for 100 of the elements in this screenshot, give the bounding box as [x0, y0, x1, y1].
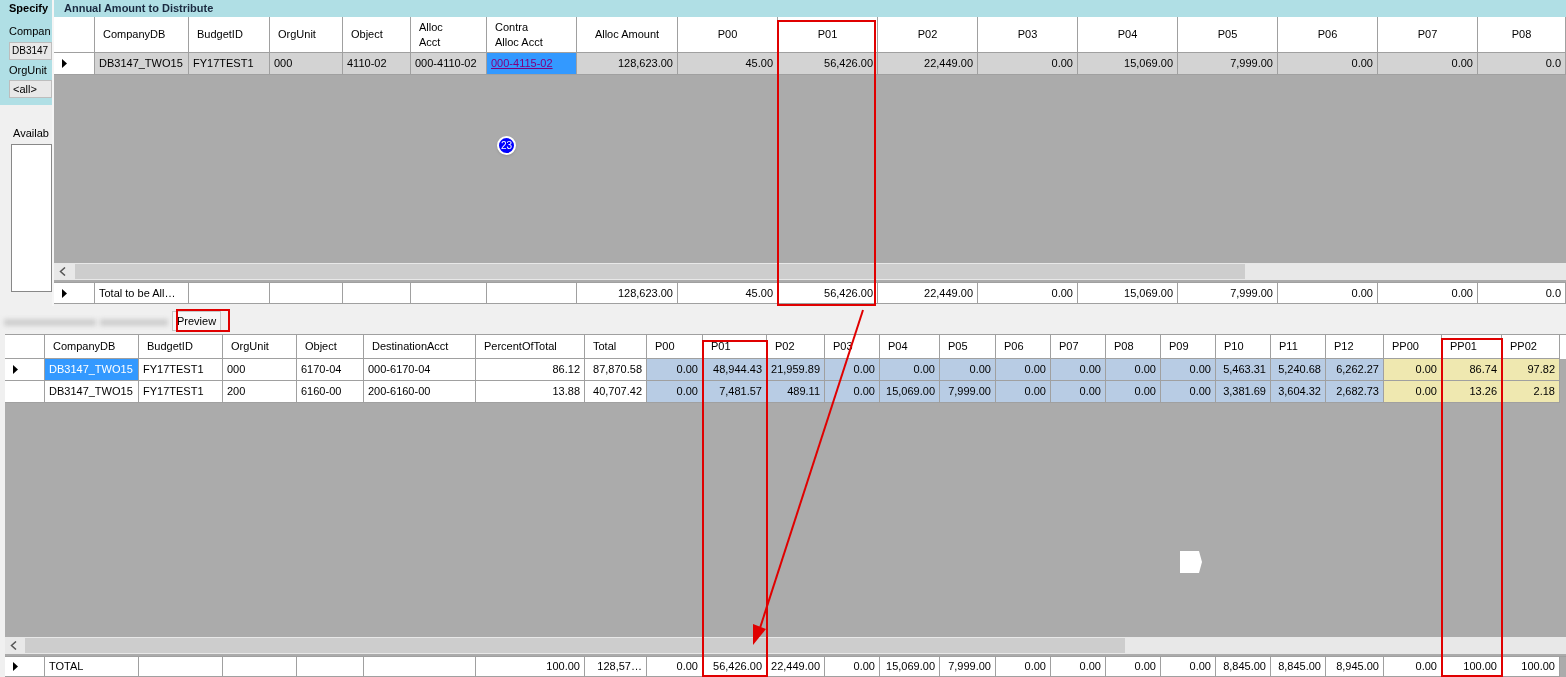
table-cell: 86.12: [476, 359, 585, 381]
table-cell: 0.00: [978, 283, 1078, 304]
table-cell: 128,57…: [585, 657, 647, 677]
table-cell: 6170-04: [297, 359, 364, 381]
row-header[interactable]: [54, 53, 95, 75]
table-cell: TOTAL: [45, 657, 139, 677]
table-cell: 0.00: [1106, 381, 1161, 403]
row-pointer-icon: [62, 59, 67, 68]
table-cell: 4110-02: [343, 53, 411, 75]
table-cell: 0.00: [996, 381, 1051, 403]
row-header[interactable]: [5, 359, 45, 381]
table-cell: 21,959.89: [767, 359, 825, 381]
table-cell: 128,623.00: [577, 283, 678, 304]
table-cell: 000: [223, 359, 297, 381]
table-cell: 0.0: [1478, 53, 1566, 75]
table-cell: 15,069.00: [880, 381, 940, 403]
table-cell: 8,945.00: [1326, 657, 1384, 677]
scroll-left-icon[interactable]: [59, 267, 66, 276]
table-cell: 0.00: [978, 53, 1078, 75]
highlight-frame: [176, 309, 230, 332]
scrollbar-thumb[interactable]: [75, 264, 1245, 279]
table-cell: 56,426.00: [778, 283, 878, 304]
table-cell: 0.00: [1378, 283, 1478, 304]
blob-icon: [1180, 551, 1202, 573]
table-cell: 45.00: [678, 283, 778, 304]
table-cell: 6160-00: [297, 381, 364, 403]
table-cell: 0.00: [1051, 657, 1106, 677]
table-cell: 7,999.00: [1178, 283, 1278, 304]
table-cell: 0.00: [1161, 657, 1216, 677]
table-cell: 5,240.68: [1271, 359, 1326, 381]
table-cell: 0.00: [1161, 381, 1216, 403]
table-cell: 5,463.31: [1216, 359, 1271, 381]
table-cell: 48,944.43: [703, 359, 767, 381]
table-cell: 13.26: [1442, 381, 1502, 403]
orgunit-field[interactable]: <all>: [9, 80, 52, 98]
table-cell: 100.00: [1502, 657, 1560, 677]
table-cell: 0.00: [1378, 53, 1478, 75]
table-cell: Total to be All…: [95, 283, 189, 304]
row-header[interactable]: [54, 283, 95, 304]
table-cell: 22,449.00: [878, 53, 978, 75]
table-cell: 40,707.42: [585, 381, 647, 403]
table-cell: 0.00: [825, 359, 880, 381]
table-cell: 22,449.00: [878, 283, 978, 304]
table-cell: 86.74: [1442, 359, 1502, 381]
table-cell: 97.82: [1502, 359, 1560, 381]
panel-title: Specify: [9, 1, 49, 17]
table-cell: 7,481.57: [703, 381, 767, 403]
table-cell: 22,449.00: [767, 657, 825, 677]
tab[interactable]: Preview: [172, 311, 222, 331]
table-cell: 0.00: [1051, 381, 1106, 403]
table-cell: 000: [270, 53, 343, 75]
table-cell: 0.00: [1051, 359, 1106, 381]
table-cell: 0.00: [1384, 359, 1442, 381]
table-cell: 7,999.00: [940, 657, 996, 677]
table-cell: 15,069.00: [880, 657, 940, 677]
table-cell: 0.00: [647, 381, 703, 403]
row-header[interactable]: [5, 657, 45, 677]
horizontal-scrollbar[interactable]: [54, 263, 1566, 280]
table-cell: 0.00: [996, 657, 1051, 677]
company-field[interactable]: DB3147: [9, 41, 52, 60]
table-cell: 6,262.27: [1326, 359, 1384, 381]
table-cell: 15,069.00: [1078, 283, 1178, 304]
row-pointer-icon: [62, 288, 67, 298]
table-cell: FY17TEST1: [139, 359, 223, 381]
table-cell: 100.00: [476, 657, 585, 677]
table-cell: 0.0: [1478, 283, 1566, 304]
table-cell: 0.00: [1106, 657, 1161, 677]
table-cell: 56,426.00: [778, 53, 878, 75]
table-cell: FY17TEST1: [139, 381, 223, 403]
table-cell: 0.00: [1278, 53, 1378, 75]
table-cell: 87,870.58: [585, 359, 647, 381]
table-cell: 000-6170-04: [364, 359, 476, 381]
table-cell: 0.00: [996, 359, 1051, 381]
section-title: Annual Amount to Distribute: [64, 1, 214, 17]
table-cell: 0.00: [880, 359, 940, 381]
table-cell: 0.00: [647, 657, 703, 677]
table-cell: 2,682.73: [1326, 381, 1384, 403]
scrollbar-thumb[interactable]: [25, 638, 1125, 653]
table-cell: 0.00: [825, 381, 880, 403]
row-pointer-icon: [13, 365, 18, 374]
table-cell: 0.00: [1384, 381, 1442, 403]
table-cell: 0.00: [1384, 657, 1442, 677]
table-cell: 13.88: [476, 381, 585, 403]
table-cell: 7,999.00: [940, 381, 996, 403]
table-cell: 000-4110-02: [411, 53, 487, 75]
table-cell: FY17TEST1: [189, 53, 270, 75]
field-label: Compan: [9, 24, 52, 39]
table-cell: 0.00: [825, 657, 880, 677]
field-label: OrgUnit: [9, 62, 48, 78]
table-cell: 15,069.00: [1078, 53, 1178, 75]
table-cell: 8,845.00: [1216, 657, 1271, 677]
table-cell: 200: [223, 381, 297, 403]
table-cell: 0.00: [1161, 359, 1216, 381]
table-cell: 0.00: [647, 359, 703, 381]
table-cell: DB3147_TWO15: [95, 53, 189, 75]
table-cell: DB3147_TWO15: [45, 359, 139, 381]
scroll-left-icon[interactable]: [10, 641, 17, 650]
horizontal-scrollbar[interactable]: [5, 637, 1566, 654]
table-cell: 0.00: [1106, 359, 1161, 381]
table-cell: 8,845.00: [1271, 657, 1326, 677]
